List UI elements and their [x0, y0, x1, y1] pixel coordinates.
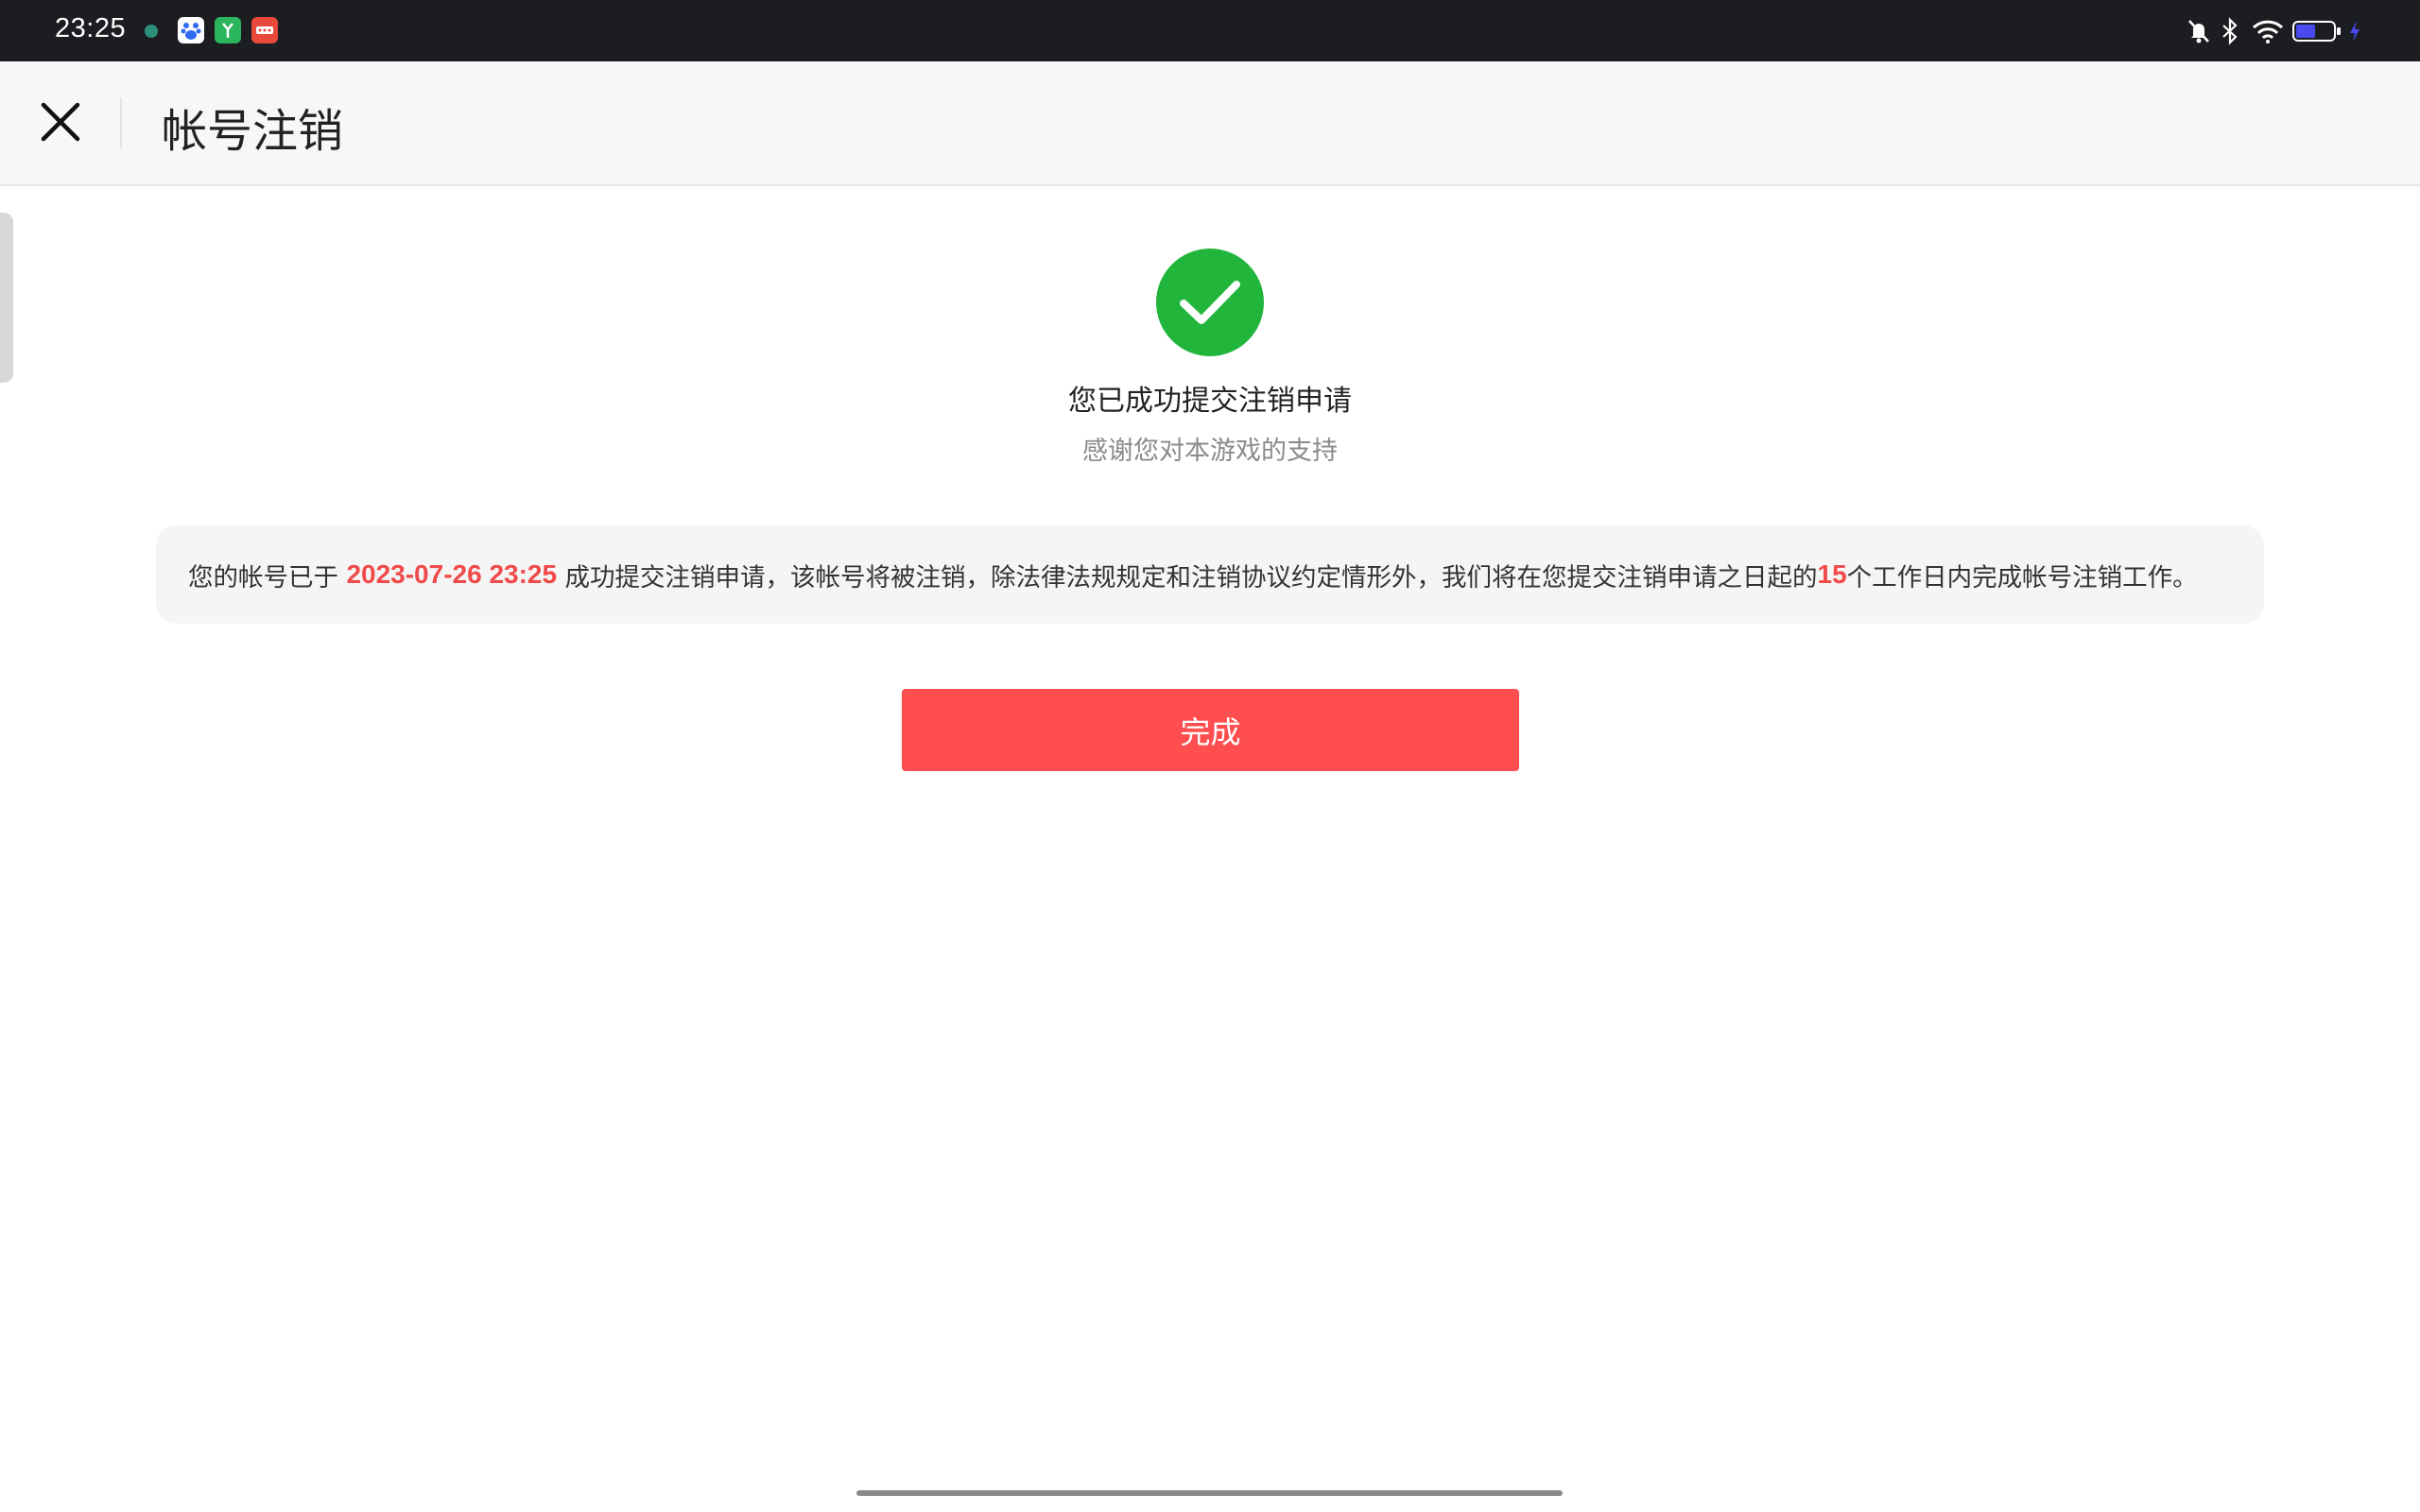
- success-badge: [1156, 249, 1264, 356]
- close-button[interactable]: [26, 88, 95, 156]
- app-header: 帐号注销: [0, 61, 2420, 186]
- notice-suffix: 个工作日内完成帐号注销工作。: [1846, 562, 2198, 593]
- red-app-icon: [251, 17, 278, 43]
- baidu-icon: [178, 17, 204, 43]
- notice-prefix: 您的帐号已于: [188, 562, 347, 593]
- cancellation-notice: 您的帐号已于 2023-07-26 23:25 成功提交注销申请，该帐号将被注销…: [156, 525, 2264, 624]
- home-indicator[interactable]: [856, 1490, 1563, 1496]
- done-button[interactable]: 完成: [902, 689, 1519, 771]
- status-bar: 23:25: [0, 0, 2420, 61]
- charging-icon: [2350, 21, 2360, 42]
- bluetooth-icon: [2222, 17, 2238, 45]
- wifi-icon: [2252, 20, 2284, 43]
- app-icon-1: [145, 25, 158, 38]
- close-icon: [41, 102, 80, 142]
- battery-icon: [2292, 21, 2341, 42]
- green-app-icon: [215, 17, 241, 43]
- success-title: 您已成功提交注销申请: [1068, 385, 1352, 418]
- mute-icon: [2188, 20, 2209, 43]
- notice-datetime: 2023-07-26 23:25: [346, 559, 558, 589]
- success-subtitle: 感谢您对本游戏的支持: [1082, 437, 1338, 466]
- checkmark-icon: [1180, 281, 1240, 324]
- notice-days: 15: [1817, 559, 1847, 589]
- page-title: 帐号注销: [162, 105, 344, 158]
- side-drawer-handle[interactable]: [0, 213, 13, 383]
- header-divider: [120, 97, 122, 148]
- notice-middle: 成功提交注销申请，该帐号将被注销，除法律法规规定和注销协议约定情形外，我们将在您…: [557, 562, 1818, 593]
- status-time: 23:25: [55, 13, 127, 43]
